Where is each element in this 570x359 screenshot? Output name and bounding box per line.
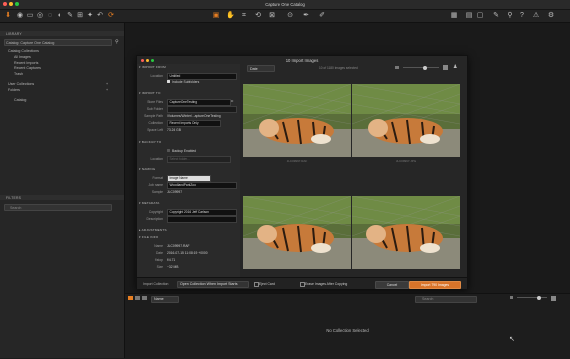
thumbnail-size-slider[interactable]	[403, 65, 439, 70]
thumbnail-2-label: JLC09997.JPG	[395, 159, 417, 163]
process-icon[interactable]: ⟳	[107, 12, 115, 20]
collection-all-images[interactable]: All Images	[14, 55, 31, 59]
thumbnail-4[interactable]	[352, 196, 460, 269]
metadata-icon[interactable]: ✎	[66, 12, 74, 20]
import-dialog: 10 Import Images ▾ IMPORT FROM Location …	[136, 55, 468, 289]
thumbnail-1-label: JLC09997.RAF	[286, 159, 308, 163]
exposure-warning-icon[interactable]: ⚠	[532, 12, 540, 20]
selection-count: 10 of 1180 images selected	[319, 66, 358, 70]
pan-icon[interactable]: ▣	[212, 12, 220, 20]
more-options-icon[interactable]: ••	[231, 99, 233, 103]
capture-icon[interactable]: ◎	[36, 12, 44, 20]
sort-select[interactable]: Date	[247, 65, 275, 72]
brush-icon[interactable]: ⊞	[76, 12, 84, 20]
file-info-header[interactable]: ▾ FILE INFO	[139, 235, 239, 239]
annotate-icon[interactable]: ✐	[318, 12, 326, 20]
main-toolbar: ⬇ ◉ ▭ ◎ ◌ ◐ ✎ ⊞ ✦ ↶ ⟳ ▣ ✋ ⌗ ⟲ ⊠ ⊙ ✒ ✐ ▦ …	[0, 10, 570, 23]
user-collections-label[interactable]: User Collections	[8, 82, 34, 86]
undo-icon[interactable]: ↶	[96, 12, 104, 20]
description-input[interactable]	[167, 216, 237, 223]
library-sidebar: LIBRARY Catalog: Capture One Catalog ⚲ C…	[0, 23, 125, 358]
large-thumb-icon[interactable]	[443, 65, 448, 70]
add-folder-icon[interactable]: +	[106, 88, 108, 92]
collection-trash[interactable]: Trash	[14, 72, 23, 76]
filter-search-input[interactable]: Search	[4, 204, 112, 211]
collection-recent-imports[interactable]: Recent Imports	[14, 61, 38, 65]
store-files-select[interactable]: CaptureOneTesting	[167, 99, 231, 106]
user-icon[interactable]: ♟	[453, 64, 457, 70]
backup-location-select[interactable]: Select folder...	[167, 156, 231, 163]
list-view-icon[interactable]	[135, 296, 140, 300]
thumbnail-3[interactable]	[243, 196, 351, 269]
collection-recent-captures[interactable]: Recent Captures	[14, 66, 41, 70]
camera-icon[interactable]: ◉	[16, 12, 24, 20]
catalog-select[interactable]: Catalog: Capture One Catalog	[4, 39, 112, 46]
import-icon[interactable]: ⬇	[4, 12, 12, 20]
import-settings-panel: ▾ IMPORT FROM Location Untitled Include …	[137, 64, 240, 277]
folders-label[interactable]: Folders	[8, 88, 20, 92]
browser-search-input[interactable]: Search	[415, 295, 477, 303]
filmstrip-view-icon[interactable]	[142, 296, 147, 300]
filters-section-header[interactable]: FILTERS	[0, 195, 124, 200]
large-thumb-icon[interactable]	[551, 295, 556, 301]
dialog-bottom-bar: Import Collection Open Collection When I…	[137, 277, 467, 289]
cursor-icon: ↖	[509, 336, 515, 343]
backup-to-header[interactable]: ▾ BACKUP TO	[139, 140, 239, 144]
small-thumb-icon[interactable]	[395, 66, 399, 69]
thumbnail-2[interactable]	[352, 84, 460, 157]
grid-icon[interactable]: ▦	[450, 12, 458, 20]
keystone-icon[interactable]: ⊠	[268, 12, 276, 20]
empty-state-message: No Collection Selected	[326, 328, 369, 333]
adjustments-header[interactable]: ▸ ADJUSTMENTS	[139, 228, 239, 232]
grid-view-icon[interactable]	[128, 296, 133, 300]
catalog-collections-label[interactable]: Catalog Collections	[8, 49, 39, 53]
slider-handle[interactable]	[423, 65, 427, 70]
slider-handle[interactable]	[537, 295, 541, 300]
include-subfolders-checkbox[interactable]	[167, 80, 170, 83]
naming-format-field[interactable]: Image Name	[167, 175, 211, 182]
viewer-icon[interactable]: ▢	[476, 12, 484, 20]
metadata-header[interactable]: ▾ METADATA	[139, 201, 239, 205]
lens-icon[interactable]: ◌	[46, 12, 54, 20]
spot-icon[interactable]: ⊙	[286, 12, 294, 20]
copyright-input[interactable]: Copyright 2016 Jeff Carlson	[167, 209, 237, 216]
adjustments-icon[interactable]: ✦	[86, 12, 94, 20]
browser-panel: Name Search No Collection Selected ↖	[125, 293, 570, 359]
search-icon[interactable]: ⚲	[115, 39, 119, 45]
collection-select[interactable]: Recent Imports Only	[167, 120, 221, 127]
library-section-header[interactable]: LIBRARY	[0, 31, 124, 36]
window-title: Capture One Catalog	[265, 2, 305, 7]
small-thumb-icon[interactable]	[510, 296, 513, 299]
browser-thumb-slider[interactable]	[517, 295, 547, 300]
import-from-header[interactable]: ▾ IMPORT FROM	[139, 65, 239, 69]
folder-item-catalog[interactable]: Catalog	[14, 98, 26, 102]
import-button[interactable]: Import 790 Images	[409, 280, 461, 289]
import-collection-select[interactable]: Open Collection When Import Starts	[177, 280, 249, 288]
pen-icon[interactable]: ✎	[492, 12, 500, 20]
settings-icon[interactable]: ⚙	[547, 12, 555, 20]
select-icon[interactable]: ✋	[226, 12, 235, 20]
job-name-input[interactable]: WoodlandParkZoo	[167, 182, 237, 189]
exposure-icon[interactable]: ◐	[56, 12, 64, 20]
import-to-header[interactable]: ▾ IMPORT TO	[139, 91, 239, 95]
help-icon[interactable]: ?	[518, 12, 526, 20]
browser-sort-select[interactable]: Name	[151, 295, 179, 303]
add-collection-icon[interactable]: +	[106, 82, 108, 86]
loupe-icon[interactable]: ⚲	[506, 12, 514, 20]
cancel-button[interactable]: Cancel	[375, 280, 409, 289]
crop-icon[interactable]: ⌗	[240, 12, 248, 20]
naming-header[interactable]: ▾ NAMING	[139, 167, 239, 171]
rotate-icon[interactable]: ⟲	[254, 12, 262, 20]
backup-enabled-checkbox[interactable]	[167, 149, 170, 152]
picker-icon[interactable]: ✒	[302, 12, 310, 20]
title-bar: Capture One Catalog	[0, 0, 570, 10]
thumbnail-1[interactable]	[243, 84, 351, 157]
sub-folder-input[interactable]	[167, 106, 237, 113]
browser-icon[interactable]: ▤	[465, 12, 473, 20]
dialog-title: 10 Import Images	[285, 58, 319, 63]
folder-icon[interactable]: ▭	[26, 12, 34, 20]
